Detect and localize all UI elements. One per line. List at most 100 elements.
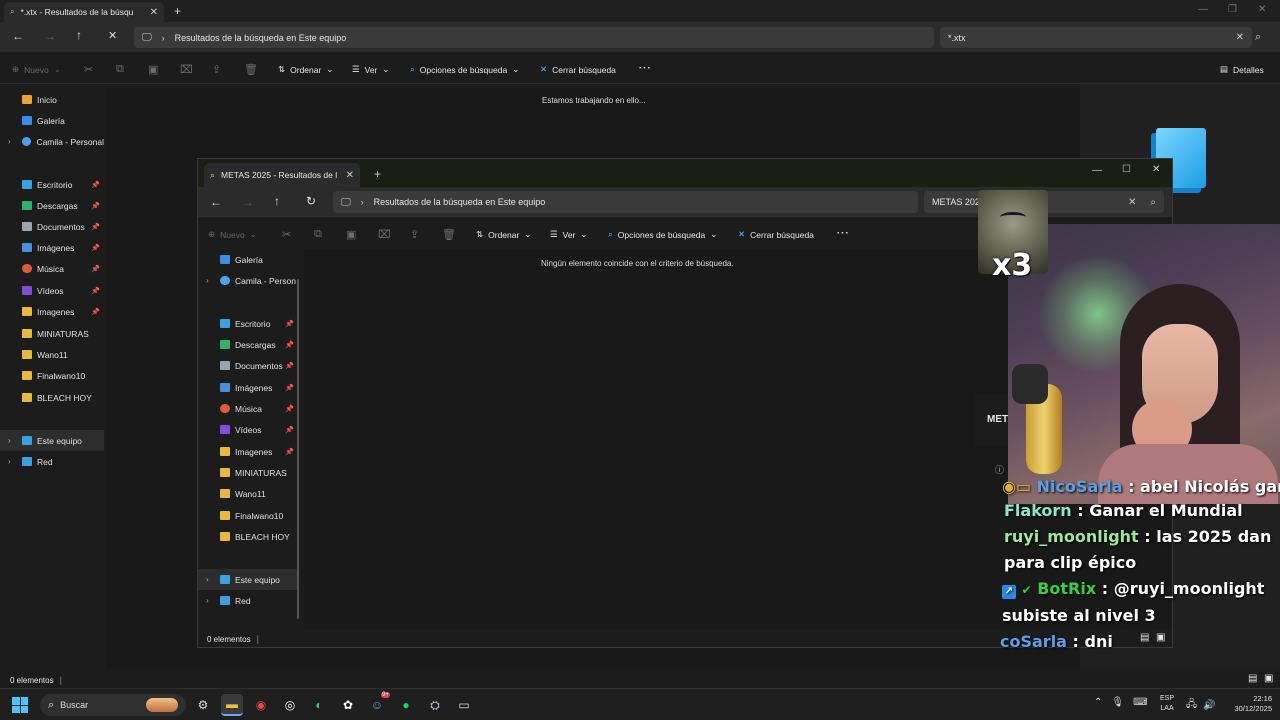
maximize-icon[interactable]: ☐ xyxy=(1122,164,1131,175)
back-address-bar[interactable]: 🖵 › Resultados de la búsqueda en Este eq… xyxy=(134,27,934,48)
tiles-view-icon[interactable]: ▣ xyxy=(1156,632,1165,643)
sidebar-item-miniaturas[interactable]: MINIATURAS xyxy=(0,323,104,344)
close-search-button[interactable]: ✕ Cerrar búsqueda xyxy=(540,64,616,75)
sidebar-item-este-equipo[interactable]: › Este equipo xyxy=(0,430,104,451)
paste-icon[interactable]: ▣ xyxy=(148,63,158,76)
chevron-right-icon[interactable]: › xyxy=(206,276,209,285)
tiles-view-icon[interactable]: ▣ xyxy=(1264,673,1273,684)
sidebar-item-este-equipo[interactable]: › Este equipo xyxy=(198,569,298,590)
chevron-right-icon[interactable]: › xyxy=(206,575,209,584)
chevron-right-icon[interactable]: › xyxy=(206,596,209,605)
view-button[interactable]: ☰ Ver ⌄ xyxy=(550,229,588,240)
sidebar-item-videos[interactable]: Vídeos 📌 xyxy=(0,280,104,301)
details-view-icon[interactable]: ▤ xyxy=(1248,673,1257,684)
microphone-icon[interactable]: 🎙 xyxy=(1111,697,1124,708)
sidebar-item-wano11[interactable]: Wano11 xyxy=(198,483,298,504)
sidebar-item-red[interactable]: › Red xyxy=(0,451,104,472)
close-tab-icon[interactable]: ✕ xyxy=(346,170,354,181)
back-arrow-icon[interactable]: ← xyxy=(12,29,24,43)
refresh-icon[interactable]: ↻ xyxy=(306,194,316,208)
file-explorer-app-icon[interactable]: ▬ xyxy=(221,694,243,716)
minimize-icon[interactable]: — xyxy=(1092,165,1102,176)
obs-app-icon[interactable]: ◎ xyxy=(279,694,301,716)
sidebar-item-imagenes-folder[interactable]: Imagenes 📌 xyxy=(0,301,104,322)
new-button[interactable]: ⊕ Nuevo ⌄ xyxy=(208,229,257,240)
stop-icon[interactable]: ✕ xyxy=(108,29,117,42)
sidebar-item-inicio[interactable]: Inicio xyxy=(0,89,104,110)
sidebar-item-bleach-hoy[interactable]: BLEACH HOY xyxy=(198,526,298,547)
copy-icon[interactable]: ⧉ xyxy=(314,228,322,241)
close-tab-icon[interactable]: ✕ xyxy=(150,7,158,18)
back-tab[interactable]: ⌕ *.xtx - Resultados de la búsqu ✕ xyxy=(4,2,164,22)
details-view-icon[interactable]: ▤ xyxy=(1140,632,1149,643)
view-button[interactable]: ☰ Ver ⌄ xyxy=(352,64,390,75)
sidebar-item-red[interactable]: › Red xyxy=(198,590,298,611)
sidebar-item-documentos[interactable]: Documentos 📌 xyxy=(0,216,104,237)
sidebar-item-videos[interactable]: Vídeos 📌 xyxy=(198,419,298,440)
front-tab[interactable]: ⌕ METAS 2025 - Resultados de l ✕ xyxy=(204,163,360,187)
language-indicator[interactable]: ESP LAA xyxy=(1160,694,1174,714)
delete-icon[interactable]: 🗑 xyxy=(244,63,258,76)
quick-settings[interactable]: 🖧 🔊 xyxy=(1186,697,1216,714)
share-icon[interactable]: ⇪ xyxy=(212,63,221,76)
new-tab-icon[interactable]: + xyxy=(174,4,181,18)
forward-arrow-icon[interactable]: → xyxy=(242,195,254,209)
clock[interactable]: 22:16 30/12/2025 xyxy=(1222,694,1272,714)
chatgpt-app-icon[interactable]: ⚙ xyxy=(192,694,214,716)
delete-icon[interactable]: 🗑 xyxy=(442,228,456,241)
share-icon[interactable]: ⇪ xyxy=(410,228,419,241)
cut-icon[interactable]: ✂ xyxy=(282,228,291,241)
discord-app-icon[interactable]: ☺ 9+ xyxy=(366,692,390,716)
chevron-right-icon[interactable]: › xyxy=(8,436,11,445)
close-search-button[interactable]: ✕ Cerrar búsqueda xyxy=(738,229,814,240)
sidebar-item-imagenes[interactable]: Imágenes 📌 xyxy=(0,237,104,258)
search-options-button[interactable]: ⌕ Opciones de búsqueda ⌄ xyxy=(608,229,717,240)
sidebar-item-onedrive[interactable]: › Camila - Person xyxy=(198,270,298,291)
sidebar-item-descargas[interactable]: Descargas 📌 xyxy=(0,195,104,216)
copy-icon[interactable]: ⧉ xyxy=(116,63,124,76)
chevron-right-icon[interactable]: › xyxy=(8,457,11,466)
minimize-icon[interactable]: — xyxy=(1198,4,1208,15)
sidebar-item-finalwano10[interactable]: Finalwano10 xyxy=(198,505,298,526)
close-window-icon[interactable]: ✕ xyxy=(1152,164,1160,175)
up-arrow-icon[interactable]: ↑ xyxy=(76,28,82,42)
sort-button[interactable]: ⇅ Ordenar ⌄ xyxy=(476,229,531,240)
rename-icon[interactable]: ⌧ xyxy=(378,228,391,241)
search-submit-icon[interactable]: ⌕ xyxy=(1150,197,1156,208)
front-address-bar[interactable]: 🖵 › Resultados de la búsqueda en Este eq… xyxy=(333,191,918,213)
search-options-button[interactable]: ⌕ Opciones de búsqueda ⌄ xyxy=(410,64,519,75)
paste-icon[interactable]: ▣ xyxy=(346,228,356,241)
sidebar-item-documentos[interactable]: Documentos 📌 xyxy=(198,355,298,376)
sidebar-item-galeria[interactable]: Galería xyxy=(0,110,104,131)
chevron-right-icon[interactable]: › xyxy=(8,137,11,146)
new-button[interactable]: ⊕ Nuevo ⌄ xyxy=(12,64,61,75)
back-arrow-icon[interactable]: ← xyxy=(210,195,222,209)
sidebar-item-onedrive[interactable]: › Camila - Personal xyxy=(0,131,104,152)
spotify-app-icon[interactable]: ● xyxy=(395,694,417,716)
sidebar-item-imagenes[interactable]: Imágenes 📌 xyxy=(198,377,298,398)
close-window-icon[interactable]: ✕ xyxy=(1258,4,1266,15)
steam-app-icon[interactable]: ⛭ xyxy=(424,694,446,716)
back-search-box[interactable]: *.xtx ✕ xyxy=(940,27,1252,48)
more-options-icon[interactable]: ⋯ xyxy=(638,60,651,76)
sidebar-item-musica[interactable]: Música 📌 xyxy=(0,258,104,279)
sidebar-item-escritorio[interactable]: Escritorio 📌 xyxy=(198,313,298,334)
rename-icon[interactable]: ⌧ xyxy=(180,63,193,76)
sidebar-item-bleach-hoy[interactable]: BLEACH HOY xyxy=(0,387,104,408)
new-tab-icon[interactable]: + xyxy=(374,167,381,181)
cut-icon[interactable]: ✂ xyxy=(84,63,93,76)
sidebar-item-galeria[interactable]: Galería xyxy=(198,249,298,270)
sidebar-item-escritorio[interactable]: Escritorio 📌 xyxy=(0,174,104,195)
sidebar-item-miniaturas[interactable]: MINIATURAS xyxy=(198,462,298,483)
search-submit-icon[interactable]: ⌕ xyxy=(1255,31,1261,44)
keyboard-icon[interactable]: ⌨ xyxy=(1133,697,1147,708)
clear-search-icon[interactable]: ✕ xyxy=(1128,197,1136,208)
chevron-up-icon[interactable]: ⌃ xyxy=(1094,697,1102,708)
forward-arrow-icon[interactable]: → xyxy=(44,29,56,43)
sidebar-item-descargas[interactable]: Descargas 📌 xyxy=(198,334,298,355)
clear-search-icon[interactable]: ✕ xyxy=(1236,32,1244,43)
controller-app-icon[interactable]: ▭ xyxy=(453,694,475,716)
sidebar-item-imagenes-folder[interactable]: Imagenes 📌 xyxy=(198,441,298,462)
windows-start-icon[interactable] xyxy=(12,697,28,713)
streamlabs-app-icon[interactable]: ◐ xyxy=(308,694,330,716)
